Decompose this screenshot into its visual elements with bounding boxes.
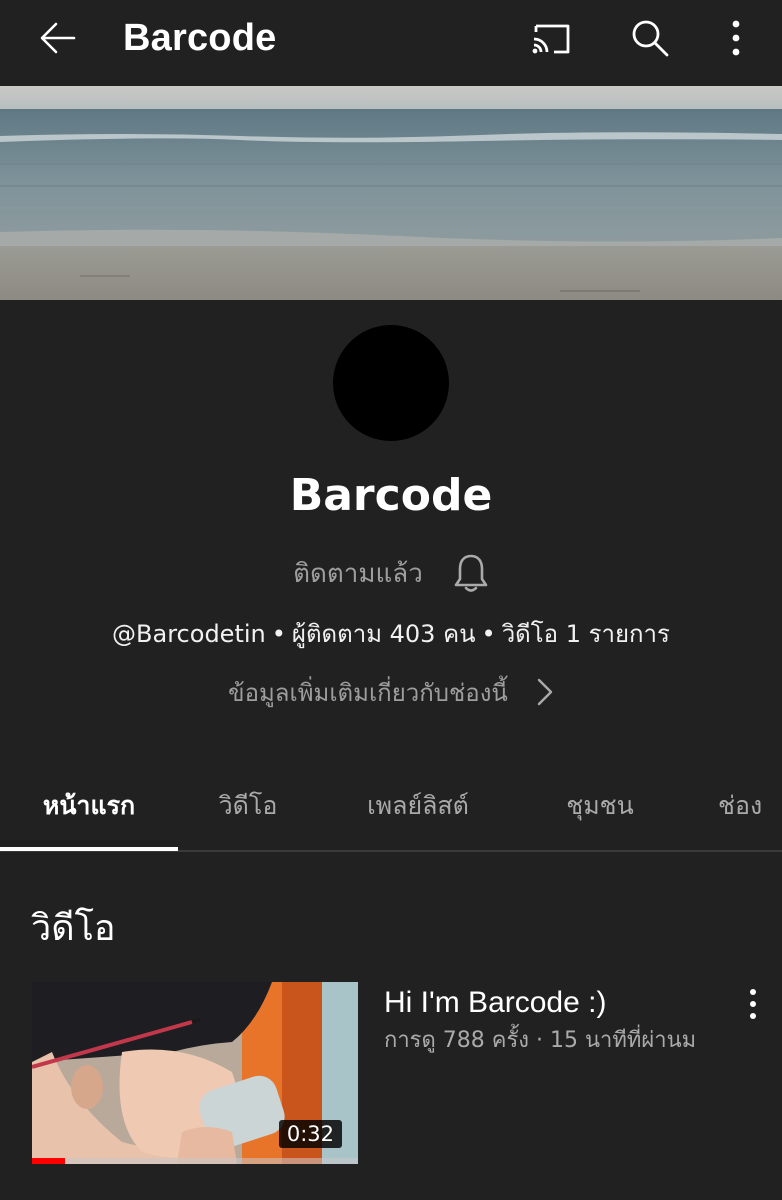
- search-icon: [632, 20, 669, 57]
- about-label: ข้อมูลเพิ่มเติมเกี่ยวกับช่องนี้: [228, 678, 508, 707]
- arrow-back-icon: [40, 22, 76, 54]
- subscriber-count: ผู้ติดตาม 403 คน: [291, 620, 476, 648]
- channel-avatar[interactable]: [333, 325, 449, 441]
- cast-button[interactable]: [522, 8, 582, 68]
- separator-dot: •: [481, 620, 496, 648]
- video-more-button[interactable]: [738, 984, 768, 1024]
- bell-icon: [454, 554, 488, 592]
- tab-community[interactable]: ชุมชน: [518, 762, 682, 850]
- subscribe-row: ติดตามแล้ว: [0, 545, 782, 601]
- video-duration: 0:32: [278, 1120, 342, 1148]
- section-title: วิดีโอ: [31, 908, 116, 949]
- video-list-item[interactable]: 0:32 Hi I'm Barcode :) การดู 788 ครั้ง ·…: [32, 982, 772, 1164]
- chevron-right-icon: [537, 678, 553, 706]
- subscribed-button[interactable]: ติดตามแล้ว: [293, 553, 423, 594]
- more-vertical-icon: [750, 989, 756, 1019]
- channel-about-link[interactable]: ข้อมูลเพิ่มเติมเกี่ยวกับช่องนี้: [0, 670, 782, 714]
- top-app-bar: Barcode: [0, 0, 782, 86]
- channel-name: Barcode: [289, 470, 493, 521]
- video-count: วิดีโอ 1 รายการ: [501, 620, 670, 648]
- channel-tabs: หน้าแรก วิดีโอ เพลย์ลิสต์ ชุมชน ช่อง: [0, 762, 782, 852]
- tab-playlists[interactable]: เพลย์ลิสต์: [318, 762, 518, 850]
- more-vertical-icon: [732, 20, 740, 56]
- tab-home[interactable]: หน้าแรก: [0, 762, 178, 850]
- channel-meta: @Barcodetin • ผู้ติดตาม 403 คน • วิดีโอ 1 รา…: [0, 614, 782, 653]
- notification-bell-button[interactable]: [453, 552, 489, 594]
- video-thumbnail[interactable]: 0:32: [32, 982, 358, 1164]
- watch-progress-bar: [32, 1158, 358, 1164]
- back-button[interactable]: [28, 8, 88, 68]
- watch-progress-fill: [32, 1158, 65, 1164]
- video-title[interactable]: Hi I'm Barcode :): [384, 986, 606, 1020]
- search-button[interactable]: [620, 8, 680, 68]
- separator-dot: •: [271, 620, 286, 648]
- more-options-button[interactable]: [706, 8, 766, 68]
- active-tab-indicator: [0, 847, 178, 851]
- tab-channels[interactable]: ช่อง: [682, 762, 782, 850]
- banner-image: [0, 86, 782, 300]
- tab-videos[interactable]: วิดีโอ: [178, 762, 318, 850]
- cast-icon: [532, 24, 570, 54]
- video-meta: การดู 788 ครั้ง · 15 นาทีที่ผ่านม: [384, 1028, 697, 1053]
- app-bar-title: Barcode: [123, 17, 277, 59]
- channel-banner: [0, 86, 782, 300]
- channel-handle: @Barcodetin: [112, 620, 266, 648]
